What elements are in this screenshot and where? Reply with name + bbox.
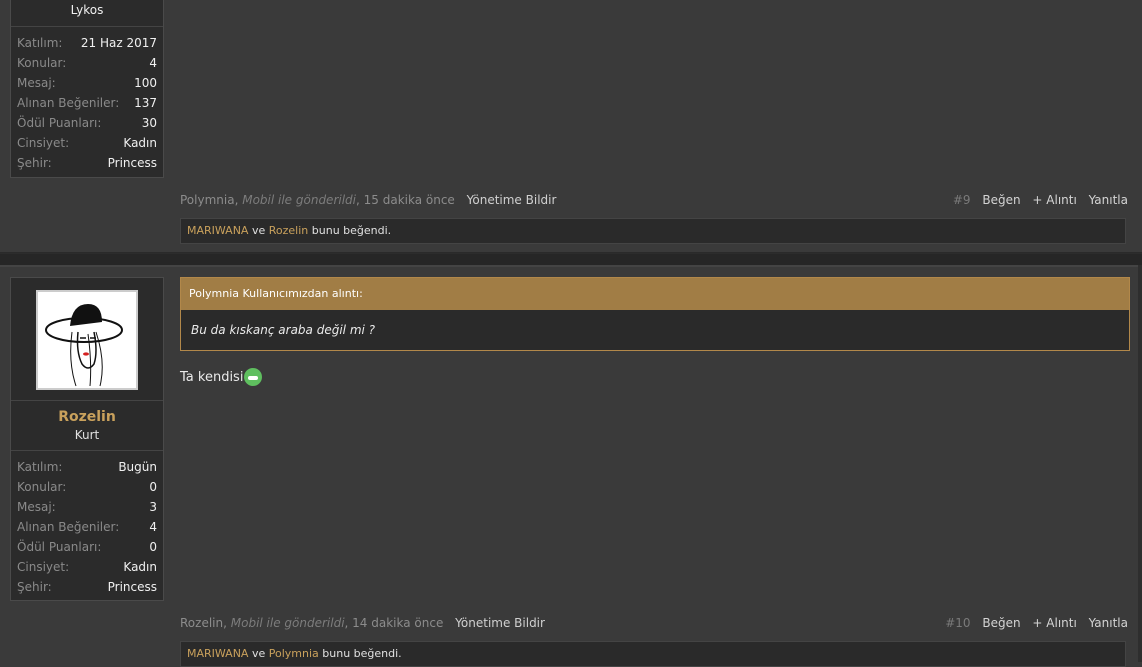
likes-summary: MARIWANA ve Rozelin bunu beğendi. — [180, 218, 1126, 244]
stat-label: Ödül Puanları: — [17, 116, 102, 130]
reply-button[interactable]: Yanıtla — [1089, 616, 1128, 630]
stat-likes: Alınan Beğeniler: 137 — [17, 93, 157, 113]
user-title: Lykos — [70, 3, 104, 17]
stat-topics: Konular: 4 — [17, 53, 157, 73]
stat-label: Alınan Beğeniler: — [17, 520, 120, 534]
stat-label: Katılım: — [17, 36, 63, 50]
like-button[interactable]: Beğen — [982, 193, 1020, 207]
liker-link[interactable]: Rozelin — [269, 224, 309, 237]
stat-value: Kadın — [123, 560, 157, 574]
post-body-text: Ta kendisi — [180, 369, 244, 385]
stat-points: Ödül Puanları: 0 — [17, 537, 157, 557]
post-time[interactable]: 14 dakika önce — [352, 616, 443, 630]
likes-suffix: bunu beğendi. — [322, 647, 402, 660]
stat-label: Şehir: — [17, 580, 52, 594]
stat-value: 100 — [134, 76, 157, 90]
post-footer: Polymnia, Mobil ile gönderildi, 15 dakik… — [180, 190, 1128, 210]
stat-value: 0 — [149, 540, 157, 554]
mobile-indicator: Mobil ile gönderildi — [242, 193, 356, 207]
avatar-image — [38, 292, 136, 388]
stat-label: Cinsiyet: — [17, 560, 70, 574]
post-actions: #9 Beğen + Alıntı Yanıtla — [945, 190, 1128, 210]
post-footer: Rozelin, Mobil ile gönderildi, 14 dakika… — [180, 613, 1128, 633]
stat-value: 4 — [149, 56, 157, 70]
stat-joined: Katılım: Bugün — [17, 457, 157, 477]
stat-value: Princess — [107, 156, 157, 170]
post-author-link[interactable]: Rozelin — [180, 616, 223, 630]
stat-city: Şehir: Princess — [17, 577, 157, 597]
stat-value: Bugün — [118, 460, 157, 474]
report-link[interactable]: Yönetime Bildir — [455, 616, 545, 630]
quote-button[interactable]: + Alıntı — [1032, 193, 1076, 207]
stat-label: Alınan Beğeniler: — [17, 96, 120, 110]
post-number-link[interactable]: #9 — [953, 193, 971, 207]
stat-likes: Alınan Beğeniler: 4 — [17, 517, 157, 537]
scroll-edge — [1138, 265, 1142, 662]
stat-value: 3 — [149, 500, 157, 514]
quote-button[interactable]: + Alıntı — [1032, 616, 1076, 630]
user-stats: Katılım: 21 Haz 2017 Konular: 4 Mesaj: 100 … — [11, 26, 163, 177]
liker-link[interactable]: Polymnia — [269, 647, 319, 660]
likes-summary: MARIWANA ve Polymnia bunu beğendi. — [180, 641, 1126, 667]
mobile-indicator: Mobil ile gönderildi — [230, 616, 345, 630]
grin-emoji-icon — [244, 368, 263, 386]
post-author-link[interactable]: Polymnia — [180, 193, 235, 207]
stat-value: 21 Haz 2017 — [80, 36, 157, 50]
post-9: Lykos Katılım: 21 Haz 2017 Konular: 4 Mesa… — [0, 0, 1142, 253]
post-10: Rozelin Kurt Katılım: Bugün Konular: 0 Mes… — [0, 267, 1142, 667]
stat-label: Katılım: — [17, 460, 63, 474]
liker-link[interactable]: MARIWANA — [187, 224, 248, 237]
stat-joined: Katılım: 21 Haz 2017 — [17, 33, 157, 53]
quote-block: Polymnia Kullanıcımızdan alıntı: Bu da k… — [180, 277, 1130, 351]
post-actions: #10 Beğen + Alıntı Yanıtla — [937, 613, 1128, 633]
stat-label: Ödül Puanları: — [17, 540, 102, 554]
likes-and: ve — [251, 647, 266, 660]
stat-label: Şehir: — [17, 156, 52, 170]
stat-value: 4 — [149, 520, 157, 534]
quote-text: Bu da kıskanç araba değil mi ? — [191, 323, 376, 337]
quote-header[interactable]: Polymnia Kullanıcımızdan alıntı: — [181, 278, 1129, 310]
stat-value: 137 — [134, 96, 157, 110]
stat-label: Konular: — [17, 56, 67, 70]
user-title: Kurt — [74, 428, 100, 442]
stat-value: 0 — [149, 480, 157, 494]
stat-value: Kadın — [123, 136, 157, 150]
avatar[interactable] — [36, 290, 138, 390]
stat-label: Konular: — [17, 480, 67, 494]
likes-and: ve — [251, 224, 266, 237]
username-link[interactable]: Rozelin — [11, 409, 163, 425]
stat-value: Princess — [107, 580, 157, 594]
stat-value: 30 — [141, 116, 157, 130]
stat-gender: Cinsiyet: Kadın — [17, 133, 157, 153]
likes-suffix: bunu beğendi. — [311, 224, 392, 237]
stat-label: Mesaj: — [17, 500, 56, 514]
stat-messages: Mesaj: 100 — [17, 73, 157, 93]
user-info-box: Rozelin Kurt Katılım: Bugün Konular: 0 Mes… — [10, 277, 164, 601]
avatar-container — [11, 278, 163, 401]
stat-label: Mesaj: — [17, 76, 56, 90]
stat-points: Ödül Puanları: 30 — [17, 113, 157, 133]
report-link[interactable]: Yönetime Bildir — [467, 193, 557, 207]
user-stats: Katılım: Bugün Konular: 0 Mesaj: 3 Alınan B… — [11, 450, 163, 601]
liker-link[interactable]: MARIWANA — [187, 647, 248, 660]
post-number-link[interactable]: #10 — [945, 616, 970, 630]
reply-button[interactable]: Yanıtla — [1089, 193, 1128, 207]
stat-city: Şehir: Princess — [17, 153, 157, 173]
stat-gender: Cinsiyet: Kadın — [17, 557, 157, 577]
user-info-box: Lykos Katılım: 21 Haz 2017 Konular: 4 Mesa… — [10, 0, 164, 178]
stat-messages: Mesaj: 3 — [17, 497, 157, 517]
like-button[interactable]: Beğen — [982, 616, 1020, 630]
post-time[interactable]: 15 dakika önce — [364, 193, 455, 207]
post-body: Ta kendisi — [180, 368, 263, 386]
stat-label: Cinsiyet: — [17, 136, 70, 150]
stat-topics: Konular: 0 — [17, 477, 157, 497]
